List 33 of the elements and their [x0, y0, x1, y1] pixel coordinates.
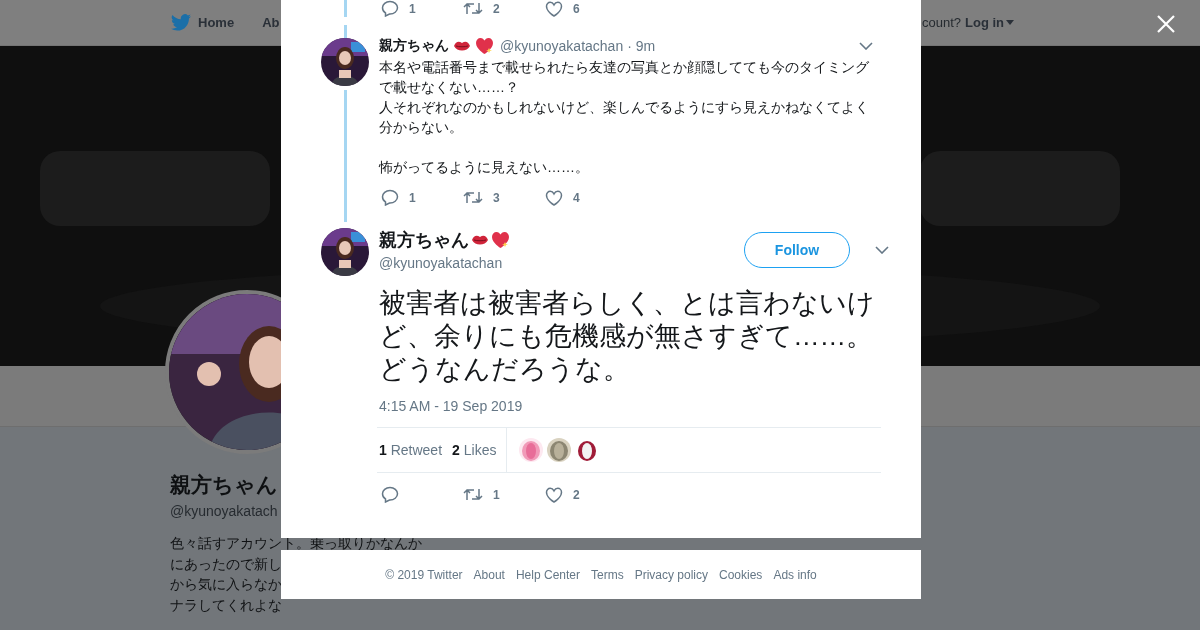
- footer-link[interactable]: Help Center: [515, 567, 580, 582]
- bird-icon: [171, 14, 191, 31]
- caret-icon[interactable]: [1006, 20, 1014, 25]
- reply-icon[interactable]: [381, 486, 399, 503]
- like-stat[interactable]: 2 Likes: [452, 442, 497, 458]
- footer-link[interactable]: Ads info: [773, 567, 817, 582]
- profile-bio-line: にあったので新し: [170, 554, 282, 574]
- footer-link[interactable]: Terms: [591, 567, 624, 582]
- heart-icon[interactable]: [545, 0, 563, 17]
- account-prompt: count?: [921, 15, 961, 30]
- nav-link[interactable]: Home: [171, 14, 235, 31]
- copyright-text[interactable]: © 2019 Twitter: [385, 567, 463, 582]
- tweet-timestamp: 4:15 AM - 19 Sep 2019: [379, 398, 524, 414]
- login-link[interactable]: Log in: [965, 15, 1014, 30]
- retweet-count: 1: [493, 487, 500, 502]
- retweet-icon[interactable]: [463, 487, 483, 502]
- footer-link[interactable]: About: [473, 567, 505, 582]
- like-count: 2: [573, 487, 580, 502]
- like-count: 6: [573, 1, 580, 16]
- profile-bio-line: ナラしてくれよな: [170, 595, 282, 615]
- nav-link[interactable]: Ab: [262, 15, 280, 30]
- close-icon[interactable]: [1157, 15, 1175, 33]
- retweet-stat[interactable]: 1 Retweet: [379, 442, 443, 458]
- retweet-icon[interactable]: [463, 1, 483, 16]
- footer-link[interactable]: Privacy policy: [634, 567, 708, 582]
- profile-bio-line: から気に入らなか: [170, 575, 282, 594]
- footer-link[interactable]: Cookies: [719, 567, 763, 582]
- reply-count: 1: [409, 1, 416, 16]
- profile-handle: @kyunoyakatach: [170, 503, 278, 519]
- heart-icon[interactable]: [545, 486, 563, 503]
- reply-icon[interactable]: [381, 0, 399, 17]
- retweet-count: 2: [493, 1, 500, 16]
- profile-name: 親方ちゃん: [170, 472, 278, 498]
